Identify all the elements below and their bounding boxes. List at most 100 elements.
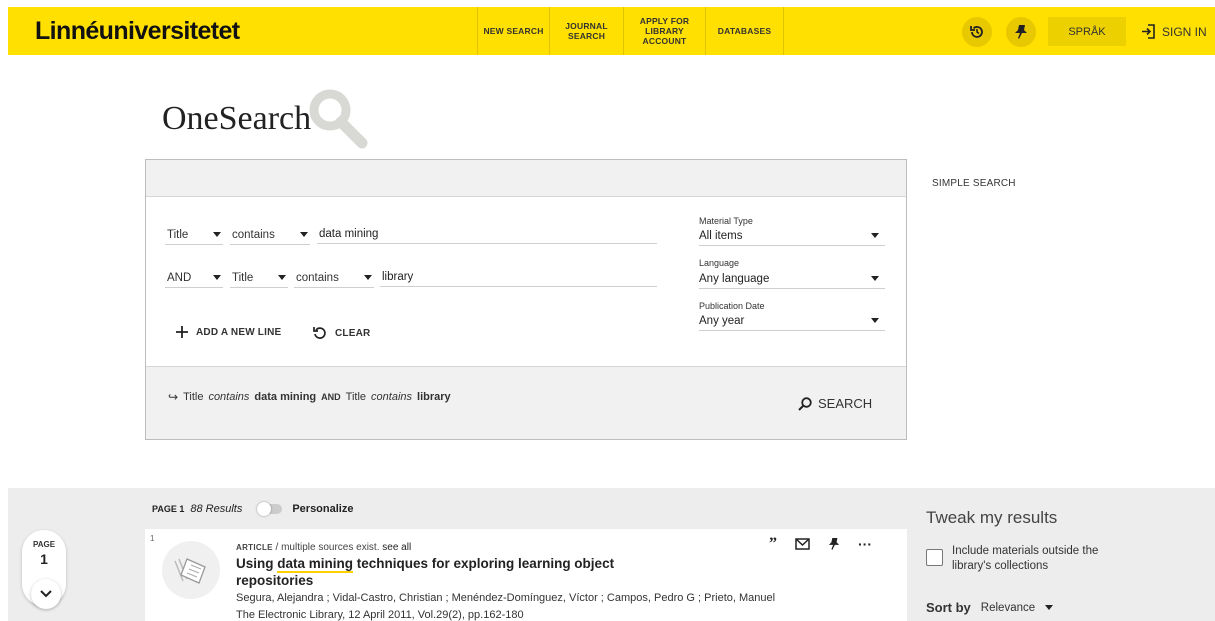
result-title-highlight: data mining xyxy=(277,556,354,573)
line2-operator-select[interactable]: AND xyxy=(165,268,223,288)
nav-journal-search-label: JOURNAL SEARCH xyxy=(565,21,608,41)
line1-field-select[interactable]: Title xyxy=(165,225,223,245)
article-thumbnail xyxy=(162,541,220,599)
nav-divider xyxy=(783,7,784,55)
university-logo[interactable]: Linnéuniversitetet xyxy=(35,17,240,46)
line1-condition-select[interactable]: contains xyxy=(230,225,310,245)
result-index: 1 xyxy=(150,534,155,543)
material-type-select[interactable]: All items xyxy=(699,226,885,246)
line1-condition-value: contains xyxy=(232,228,275,241)
publication-date-value: Any year xyxy=(699,314,745,327)
summary-condition-2: contains xyxy=(371,391,413,403)
line2-field-value: Title xyxy=(232,271,254,284)
nav-databases-label: DATABASES xyxy=(717,26,772,36)
next-page-button[interactable] xyxy=(31,579,61,609)
sort-by-control[interactable]: Sort by Relevance xyxy=(926,600,1055,615)
publication-date-select[interactable]: Any year xyxy=(699,311,885,331)
pin-icon xyxy=(1015,25,1027,39)
clear-label: CLEAR xyxy=(335,327,371,339)
chevron-down-icon xyxy=(871,318,879,323)
reset-icon xyxy=(313,327,326,339)
history-icon xyxy=(970,26,983,38)
search-button[interactable]: SEARCH xyxy=(798,396,872,411)
nav-new-search-label: NEW SEARCH xyxy=(483,26,544,36)
chevron-down-icon xyxy=(40,590,52,598)
search-history-button[interactable] xyxy=(962,17,992,47)
chevron-down-icon xyxy=(1045,605,1054,610)
include-outside-label: Include materials outside the library's … xyxy=(952,545,1099,572)
add-new-line-label: ADD A NEW LINE xyxy=(196,326,282,338)
personalize-toggle[interactable] xyxy=(257,502,283,516)
language-button[interactable]: SPRÅK xyxy=(1048,17,1126,46)
sort-by-label: Sort by xyxy=(926,600,971,615)
line1-search-input[interactable]: data mining xyxy=(317,224,657,244)
summary-value-1: data mining xyxy=(254,391,317,403)
email-icon[interactable] xyxy=(795,538,810,550)
include-outside-checkbox[interactable] xyxy=(926,549,943,566)
result-type-label: ARTICLE xyxy=(236,543,273,552)
result-authors: Segura, Alejandra ; Vidal-Castro, Christ… xyxy=(236,592,776,604)
more-options-icon[interactable]: ··· xyxy=(858,537,872,551)
pin-icon[interactable] xyxy=(828,537,840,551)
result-actions: ” ··· xyxy=(769,536,872,552)
simple-search-link[interactable]: SIMPLE SEARCH xyxy=(932,178,1016,189)
plus-icon xyxy=(176,326,188,338)
nav-apply-label: APPLY FOR LIBRARY ACCOUNT xyxy=(639,16,690,46)
summary-value-2: library xyxy=(417,391,451,403)
result-source: The Electronic Library, 12 April 2011, V… xyxy=(236,609,524,621)
results-count: 88 Results xyxy=(190,503,243,515)
search-panel-header xyxy=(146,160,906,197)
see-all-link[interactable]: see all xyxy=(382,542,411,553)
summary-condition-1: contains xyxy=(208,391,250,403)
result-title[interactable]: Using data mining techniques for explori… xyxy=(236,555,656,589)
query-summary: ↪ Title contains data mining AND Title c… xyxy=(168,390,451,404)
summary-operator: AND xyxy=(321,392,341,402)
language-select[interactable]: Any language xyxy=(699,269,885,289)
sign-in-label: SIGN IN xyxy=(1162,24,1207,39)
chevron-down-icon xyxy=(213,275,221,280)
chevron-down-icon xyxy=(364,275,372,280)
line2-field-select[interactable]: Title xyxy=(230,268,288,288)
arrow-right-icon: ↪ xyxy=(168,390,179,404)
language-label: Language xyxy=(699,258,740,268)
page-label: PAGE 1 xyxy=(152,504,185,514)
include-outside-option[interactable]: Include materials outside the library's … xyxy=(926,544,1127,574)
summary-field-1: Title xyxy=(183,391,204,403)
result-title-part: Using xyxy=(236,556,278,571)
sort-by-value: Relevance xyxy=(980,601,1036,614)
sign-in-button[interactable]: SIGN IN xyxy=(1141,17,1207,46)
nav-apply-library-account[interactable]: APPLY FOR LIBRARY ACCOUNT xyxy=(623,7,705,55)
line2-operator-value: AND xyxy=(167,271,192,284)
personalize-label: Personalize xyxy=(292,503,354,515)
chevron-down-icon xyxy=(871,276,879,281)
material-type-value: All items xyxy=(699,229,743,242)
line2-condition-value: contains xyxy=(296,271,339,284)
advanced-search-panel: Title contains data mining AND Title con… xyxy=(145,159,907,440)
tweak-results-title: Tweak my results xyxy=(926,508,1058,527)
search-icon xyxy=(798,396,812,411)
chevron-down-icon xyxy=(213,232,221,237)
magnifier-logo-icon xyxy=(309,89,368,149)
nav-databases[interactable]: DATABASES xyxy=(705,7,783,55)
citation-icon[interactable]: ” xyxy=(769,536,777,552)
page-indicator-label: PAGE xyxy=(32,540,56,549)
language-value: Any language xyxy=(699,272,770,285)
nav-new-search[interactable]: NEW SEARCH xyxy=(477,7,549,55)
pinned-items-button[interactable] xyxy=(1006,17,1036,47)
line2-condition-select[interactable]: contains xyxy=(294,268,374,288)
publication-date-label: Publication Date xyxy=(699,301,765,311)
result-type: ARTICLE / multiple sources exist. see al… xyxy=(236,542,411,553)
line2-search-input[interactable]: library xyxy=(380,267,657,287)
page-indicator-number: 1 xyxy=(40,551,48,567)
search-label: SEARCH xyxy=(818,396,873,411)
onesearch-logo: OneSearch xyxy=(162,100,312,137)
material-type-label: Material Type xyxy=(699,216,753,226)
nav-journal-search[interactable]: JOURNAL SEARCH xyxy=(549,7,623,55)
clear-button[interactable]: CLEAR xyxy=(313,326,370,340)
result-type-note: / multiple sources exist. xyxy=(275,542,380,553)
chevron-down-icon xyxy=(871,233,879,238)
add-new-line-button[interactable]: ADD A NEW LINE xyxy=(176,326,281,338)
result-card[interactable]: 1 ARTICLE / multiple sources exist. see … xyxy=(145,529,907,621)
sign-in-icon xyxy=(1142,24,1155,39)
chevron-down-icon xyxy=(300,232,308,237)
